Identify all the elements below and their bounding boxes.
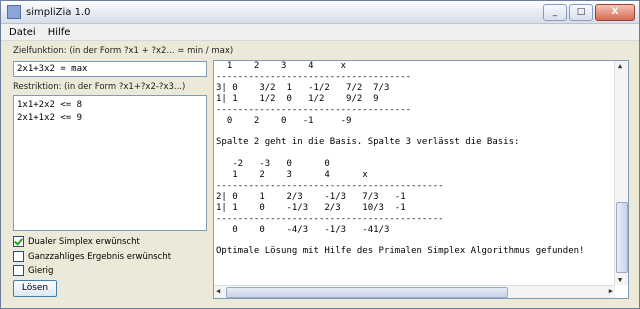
constraints-label: Restriktion: (in der Form ?x1+?x2-?x3...… xyxy=(13,82,186,92)
window-title: simpliZia 1.0 xyxy=(26,6,91,18)
vertical-scroll-thumb[interactable] xyxy=(616,202,628,273)
constraints-textarea[interactable]: 1x1+2x2 <= 8 2x1+1x2 <= 9 xyxy=(13,95,207,231)
vertical-scrollbar[interactable]: ▲ ▼ xyxy=(614,61,628,285)
integer-result-label: Ganzzahliges Ergebnis erwünscht xyxy=(28,251,172,262)
dual-simplex-check-box[interactable] xyxy=(13,236,24,247)
app-icon xyxy=(7,5,21,19)
menu-bar: Datei Hilfe xyxy=(1,24,639,41)
horizontal-scrollbar[interactable]: ◀ ▶ xyxy=(214,285,615,298)
scroll-up-icon[interactable]: ▲ xyxy=(618,62,622,70)
maximize-button[interactable]: □ xyxy=(569,3,593,21)
objective-input[interactable] xyxy=(13,61,207,77)
solve-button[interactable]: Lösen xyxy=(13,280,57,297)
scroll-right-icon[interactable]: ▶ xyxy=(609,287,613,295)
minimize-button[interactable]: _ xyxy=(543,3,567,21)
title-bar: simpliZia 1.0 _ □ X xyxy=(1,1,639,24)
greedy-label: Gierig xyxy=(28,265,54,276)
integer-result-check-box[interactable] xyxy=(13,251,24,262)
close-button[interactable]: X xyxy=(595,3,635,21)
scroll-left-icon[interactable]: ◀ xyxy=(216,287,220,295)
objective-label: Zielfunktion: (in der Form ?x1 + ?x2... … xyxy=(13,46,234,56)
result-text: 1 2 3 4 x ------------------------------… xyxy=(216,61,585,257)
result-output-area[interactable]: 1 2 3 4 x ------------------------------… xyxy=(213,60,629,299)
scroll-down-icon[interactable]: ▼ xyxy=(618,276,622,284)
integer-result-checkbox[interactable]: Ganzzahliges Ergebnis erwünscht xyxy=(13,251,171,262)
greedy-checkbox[interactable]: Gierig xyxy=(13,265,53,276)
app-window: simpliZia 1.0 _ □ X Datei Hilfe Zielfunk… xyxy=(0,0,640,309)
horizontal-scroll-thumb[interactable] xyxy=(226,287,508,298)
window-controls: _ □ X xyxy=(543,3,635,21)
dual-simplex-checkbox[interactable]: Dualer Simplex erwünscht xyxy=(13,236,140,247)
menu-hilfe[interactable]: Hilfe xyxy=(48,27,71,38)
greedy-check-box[interactable] xyxy=(13,265,24,276)
menu-datei[interactable]: Datei xyxy=(9,27,36,38)
dual-simplex-label: Dualer Simplex erwünscht xyxy=(28,236,140,247)
